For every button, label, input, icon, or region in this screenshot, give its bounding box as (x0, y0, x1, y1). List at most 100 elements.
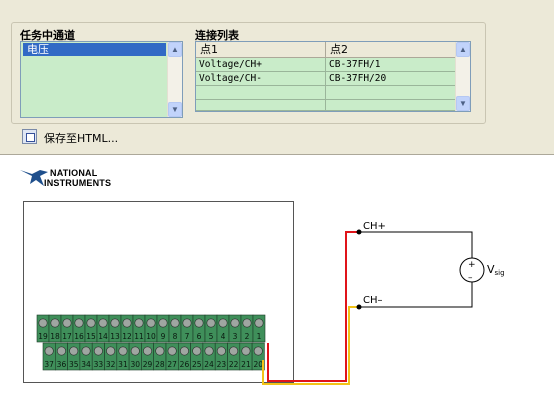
terminal-pin-number: 6 (197, 332, 202, 341)
source-label-subscript: sig (495, 269, 505, 277)
terminal-pin: 3 (228, 314, 242, 343)
terminal-pin-number: 1 (257, 332, 262, 341)
terminal-pin-number: 2 (245, 332, 250, 341)
terminal-pin: 15 (84, 314, 98, 343)
terminal-pin-number: 7 (185, 332, 190, 341)
yellow-wire (262, 306, 359, 385)
plus-lead (359, 231, 473, 258)
terminal-screw-icon (155, 346, 165, 356)
terminal-pin-number: 4 (221, 332, 226, 341)
terminal-pin: 29 (141, 342, 154, 371)
terminal-pin-number: 12 (122, 332, 132, 341)
terminal-pin: 23 (214, 342, 228, 371)
terminal-screw-icon (158, 318, 168, 328)
terminal-pin: 8 (168, 314, 182, 343)
terminal-pin: 9 (156, 314, 170, 343)
terminal-pin-number: 32 (106, 360, 116, 369)
terminal-pin-number: 33 (94, 360, 104, 369)
terminal-pin-number: 27 (167, 360, 177, 369)
terminal-pin: 11 (132, 314, 146, 343)
terminal-screw-icon (230, 318, 240, 328)
terminal-screw-icon (229, 346, 239, 356)
terminal-pin: 36 (54, 342, 68, 371)
bottom-terminal-strip: 37 36 35 34 33 32 31 30 29 28 27 26 25 24 23 22 21 20 (42, 342, 265, 371)
terminal-pin: 32 (104, 342, 118, 371)
terminal-pin: 7 (180, 314, 194, 343)
terminal-pin-number: 19 (38, 332, 48, 341)
terminal-screw-icon (192, 346, 202, 356)
terminal-pin-number: 11 (134, 332, 144, 341)
terminal-pin-number: 15 (86, 332, 96, 341)
terminal-pin: 12 (120, 314, 134, 343)
terminal-screw-icon (253, 346, 263, 356)
wiring-diagram: 19 18 17 16 15 14 13 12 11 10 9 8 7 6 5 4 3 2 1 37 36 35 34 33… (36, 221, 505, 385)
terminal-pin-number: 29 (143, 360, 153, 369)
terminal-pin: 25 (190, 342, 204, 371)
terminal-screw-icon (122, 318, 132, 328)
terminal-pin: 10 (144, 314, 158, 343)
terminal-screw-icon (194, 318, 204, 328)
terminal-pin-number: 30 (130, 360, 140, 369)
terminal-pin-number: 20 (253, 360, 263, 369)
red-wire (267, 231, 359, 382)
terminal-pin: 26 (178, 342, 191, 371)
terminal-pin-number: 10 (146, 332, 156, 341)
top-terminal-strip: 19 18 17 16 15 14 13 12 11 10 9 8 7 6 5 4 3 2 1 (36, 314, 266, 343)
terminal-pin: 35 (67, 342, 81, 371)
terminal-pin: 33 (91, 342, 105, 371)
terminal-screw-icon (134, 318, 144, 328)
terminal-pin-number: 24 (204, 360, 214, 369)
terminal-pin: 22 (227, 342, 241, 371)
terminal-screw-icon (146, 318, 156, 328)
ch-plus-label: CH+ (363, 221, 386, 232)
terminal-pin-number: 17 (62, 332, 72, 341)
terminal-pin-number: 13 (110, 332, 120, 341)
source-label: Vsig (487, 263, 505, 277)
terminal-screw-icon (118, 346, 128, 356)
terminal-screw-icon (143, 346, 153, 356)
terminal-screw-icon (204, 346, 214, 356)
terminal-pin-number: 34 (81, 360, 91, 369)
terminal-pin-number: 25 (192, 360, 202, 369)
terminal-pin-number: 8 (173, 332, 178, 341)
terminal-screw-icon (110, 318, 120, 328)
source-plus-sign: + (468, 260, 476, 270)
terminal-pin: 24 (202, 342, 216, 371)
terminal-pin-number: 16 (74, 332, 84, 341)
terminal-pin-number: 21 (241, 360, 251, 369)
terminal-screw-icon (44, 346, 54, 356)
terminal-pin: 28 (153, 342, 167, 371)
terminal-screw-icon (62, 318, 72, 328)
terminal-pin-number: 3 (233, 332, 238, 341)
terminal-pin-number: 9 (161, 332, 166, 341)
terminal-screw-icon (98, 318, 108, 328)
terminal-pin-number: 14 (98, 332, 108, 341)
terminal-pin: 4 (216, 314, 230, 343)
terminal-pin: 21 (239, 342, 253, 371)
terminal-pin-number: 23 (217, 360, 227, 369)
terminal-pin: 5 (204, 314, 218, 343)
terminal-screw-icon (74, 318, 84, 328)
terminal-pin: 30 (128, 342, 142, 371)
terminal-pin: 34 (79, 342, 93, 371)
terminal-screw-icon (242, 318, 252, 328)
terminal-pin-number: 26 (180, 360, 190, 369)
terminal-pin: 13 (108, 314, 122, 343)
terminal-pin: 37 (42, 342, 56, 371)
terminal-screw-icon (216, 346, 226, 356)
terminal-pin: 18 (48, 314, 62, 343)
terminal-screw-icon (38, 318, 48, 328)
terminal-pin-number: 28 (155, 360, 165, 369)
terminal-screw-icon (93, 346, 103, 356)
terminal-pin-number: 37 (44, 360, 54, 369)
terminal-screw-icon (69, 346, 79, 356)
source-minus-sign: – (468, 273, 473, 283)
terminal-pin: 14 (96, 314, 110, 343)
terminal-screw-icon (130, 346, 140, 356)
terminal-screw-icon (86, 318, 96, 328)
terminal-screw-icon (206, 318, 216, 328)
terminal-pin: 1 (252, 314, 266, 343)
ch-minus-label: CH– (363, 295, 383, 306)
terminal-pin: 2 (240, 314, 254, 343)
terminal-pin-number: 31 (118, 360, 128, 369)
